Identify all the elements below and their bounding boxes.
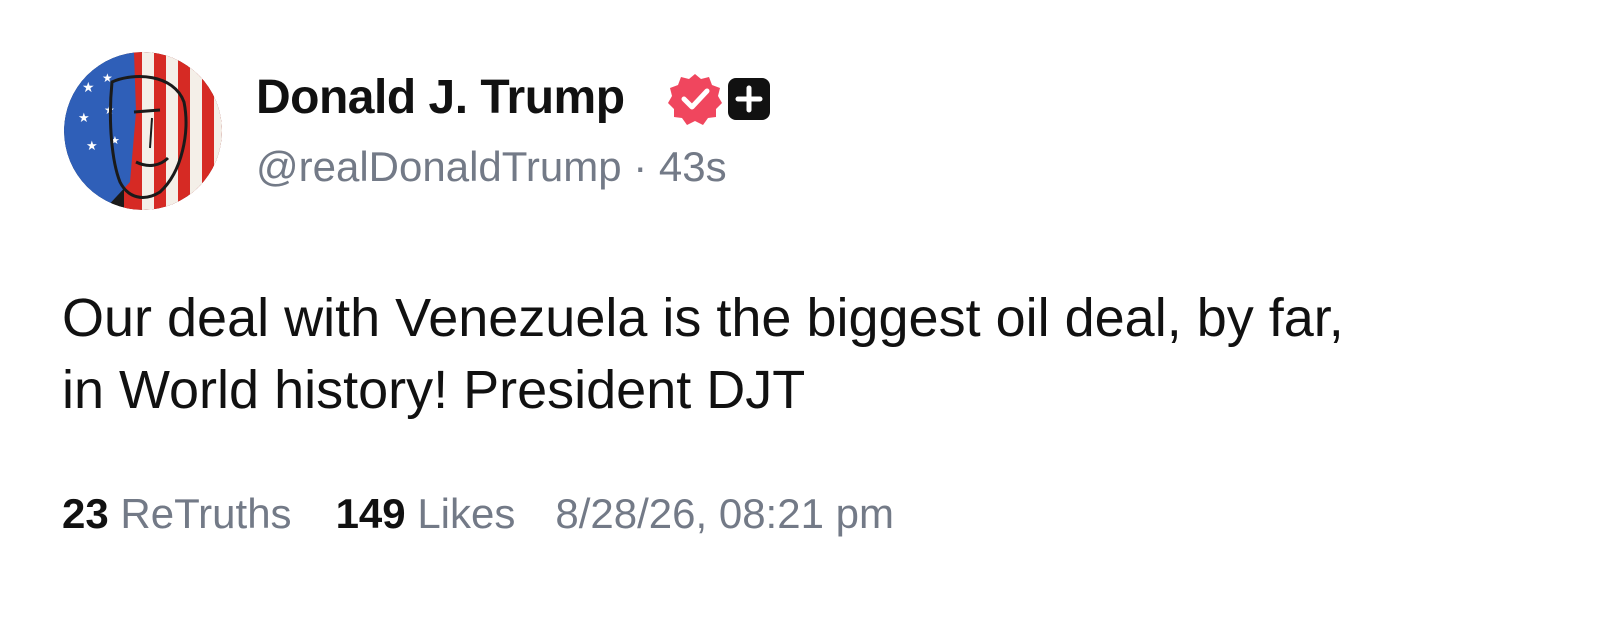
plus-icon[interactable] [728, 78, 770, 120]
post-timestamp: 8/28/26, 08:21 pm [555, 490, 894, 537]
post-stats: 23 ReTruths 149 Likes 8/28/26, 08:21 pm [62, 490, 894, 538]
author-avatar[interactable]: ★ ★ ★ ★ ★ ★ [64, 52, 222, 210]
svg-text:★: ★ [82, 80, 95, 96]
svg-text:★: ★ [86, 139, 98, 154]
retruths-count[interactable]: 23 [62, 490, 109, 537]
retruths-label[interactable]: ReTruths [120, 490, 291, 537]
svg-text:★: ★ [78, 111, 90, 126]
post-text-line: Our deal with Venezuela is the biggest o… [62, 288, 1344, 348]
likes-label[interactable]: Likes [417, 490, 515, 537]
post-time-ago[interactable]: 43s [659, 143, 727, 190]
author-meta: @realDonaldTrump · 43s [256, 143, 727, 191]
post-text-line: in World history! President DJT [62, 360, 806, 420]
avatar-image: ★ ★ ★ ★ ★ ★ [64, 52, 222, 210]
post-body: Our deal with Venezuela is the biggest o… [62, 282, 1542, 426]
meta-separator: · [621, 143, 659, 190]
author-display-name[interactable]: Donald J. Trump [256, 70, 625, 125]
verified-check-icon [668, 74, 722, 125]
post-card: ★ ★ ★ ★ ★ ★ Donald J. Trump @realDonaldT… [0, 0, 1600, 623]
author-handle[interactable]: @realDonaldTrump [256, 143, 622, 190]
likes-count[interactable]: 149 [336, 490, 406, 537]
